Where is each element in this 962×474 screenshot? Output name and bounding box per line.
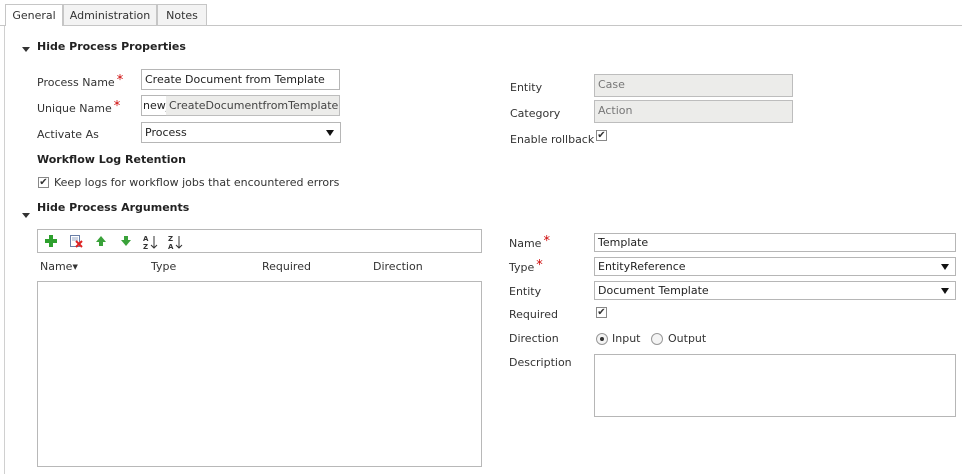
dropdown-arrow-icon xyxy=(326,130,334,136)
activate-as-value: Process xyxy=(145,126,187,139)
content-border xyxy=(4,26,5,474)
sort-descending-icon[interactable]: ZA xyxy=(167,234,183,251)
process-properties-heading[interactable]: Hide Process Properties xyxy=(37,40,186,53)
direction-input-label[interactable]: Input xyxy=(612,332,640,345)
unique-name-label: Unique Name * xyxy=(37,99,121,116)
delete-icon[interactable] xyxy=(68,234,84,250)
check-icon: ✔ xyxy=(39,177,48,188)
arg-direction-label: Direction xyxy=(509,332,559,345)
process-arguments-heading[interactable]: Hide Process Arguments xyxy=(37,201,189,214)
unique-name-input: CreateDocumentfromTemplate xyxy=(166,95,340,116)
process-name-label: Process Name * xyxy=(37,73,124,90)
keep-logs-checkbox[interactable]: ✔ xyxy=(38,177,49,188)
arg-description-textarea[interactable] xyxy=(594,354,956,417)
column-header-required[interactable]: Required xyxy=(262,260,311,273)
svg-text:Z: Z xyxy=(168,235,173,243)
arg-name-label: Name * xyxy=(509,234,550,251)
move-up-icon[interactable] xyxy=(93,234,109,250)
log-retention-heading: Workflow Log Retention xyxy=(37,153,186,166)
direction-output-label[interactable]: Output xyxy=(668,332,706,345)
collapse-triangle-icon xyxy=(22,213,30,218)
dropdown-arrow-icon xyxy=(941,288,949,294)
arg-entity-value: Document Template xyxy=(598,284,709,297)
move-down-icon[interactable] xyxy=(118,234,134,250)
tab-administration[interactable]: Administration xyxy=(63,4,157,25)
keep-logs-label: Keep logs for workflow jobs that encount… xyxy=(54,176,340,189)
svg-text:A: A xyxy=(168,243,174,250)
arg-required-checkbox[interactable]: ✔ xyxy=(596,307,607,318)
direction-output-radio[interactable] xyxy=(651,333,663,345)
entity-field: Case xyxy=(594,74,793,97)
column-header-name-text: Name xyxy=(40,260,73,273)
arg-type-value: EntityReference xyxy=(598,260,686,273)
enable-rollback-label: Enable rollback xyxy=(510,133,595,146)
sort-ascending-icon[interactable]: AZ xyxy=(142,234,158,251)
activate-as-label: Activate As xyxy=(37,128,99,141)
process-properties-toggle[interactable] xyxy=(22,42,30,55)
collapse-triangle-icon xyxy=(22,47,30,52)
process-name-label-text: Process Name xyxy=(37,76,115,89)
arg-description-label: Description xyxy=(509,356,572,369)
sort-indicator-icon: ▼ xyxy=(72,263,78,271)
process-name-input[interactable]: Create Document from Template xyxy=(141,69,340,90)
arg-name-label-text: Name xyxy=(509,237,542,250)
required-marker-icon: * xyxy=(536,258,543,273)
arg-type-label: Type * xyxy=(509,258,543,275)
arg-entity-label: Entity xyxy=(509,285,542,298)
arg-required-label: Required xyxy=(509,308,558,321)
required-marker-icon: * xyxy=(113,99,121,114)
check-icon: ✔ xyxy=(597,307,606,318)
svg-text:Z: Z xyxy=(143,243,148,250)
arguments-toolbar: AZ ZA xyxy=(37,229,482,253)
add-icon[interactable] xyxy=(43,234,59,250)
category-field: Action xyxy=(594,100,793,123)
entity-label: Entity xyxy=(510,81,543,94)
arg-type-select[interactable]: EntityReference xyxy=(594,257,956,276)
process-arguments-toggle[interactable] xyxy=(22,208,30,221)
required-marker-icon: * xyxy=(116,73,124,88)
column-header-type[interactable]: Type xyxy=(151,260,176,273)
column-header-direction[interactable]: Direction xyxy=(373,260,423,273)
arg-type-label-text: Type xyxy=(509,261,535,274)
required-marker-icon: * xyxy=(543,234,550,249)
arg-name-input[interactable]: Template xyxy=(594,233,956,252)
unique-name-label-text: Unique Name xyxy=(37,102,112,115)
arg-entity-select[interactable]: Document Template xyxy=(594,281,956,300)
tab-general[interactable]: General xyxy=(5,4,63,26)
check-icon: ✔ xyxy=(597,130,606,141)
svg-text:A: A xyxy=(143,235,149,243)
arguments-list[interactable] xyxy=(37,281,482,467)
enable-rollback-checkbox[interactable]: ✔ xyxy=(596,130,607,141)
dropdown-arrow-icon xyxy=(941,264,949,270)
column-header-name[interactable]: Name▼ xyxy=(40,260,78,273)
category-label: Category xyxy=(510,107,561,120)
tab-notes[interactable]: Notes xyxy=(157,4,207,25)
activate-as-select[interactable]: Process xyxy=(141,122,341,143)
direction-input-radio[interactable] xyxy=(596,333,608,345)
unique-name-prefix-input[interactable]: new_ xyxy=(141,95,167,116)
